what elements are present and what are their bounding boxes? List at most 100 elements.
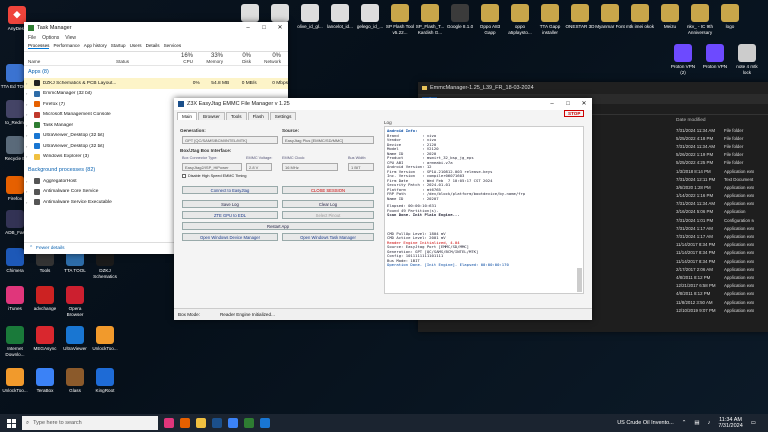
clock[interactable]: 11:34 AM 7/31/2024 [718, 417, 742, 429]
open-task-manager-button[interactable]: Open Windows Task Manager [282, 233, 374, 241]
close-icon[interactable]: ✕ [272, 22, 288, 34]
desktop-shortcut-icon[interactable]: Opera Browser [60, 286, 90, 317]
taskbar-app-icon[interactable] [228, 418, 238, 428]
desktop-shortcut-icon[interactable]: TeraBox [30, 368, 60, 394]
desktop-shortcut-icon[interactable]: UnlockToo... [0, 368, 30, 394]
close-icon[interactable]: ✕ [576, 98, 592, 110]
taskbar-taskmgr-icon[interactable] [244, 418, 254, 428]
col-status[interactable]: Status [116, 59, 166, 64]
desktop-file-icon[interactable]: ONESTAR 3D [565, 4, 595, 30]
desktop-file-icon[interactable]: logo [715, 4, 745, 30]
restart-app-button[interactable]: Restart App [182, 222, 374, 230]
desktop-shortcut-icon[interactable]: UnlockToo... [90, 326, 120, 352]
maximize-icon[interactable]: □ [560, 98, 576, 110]
desktop-shortcut-icon[interactable]: KingRoot [90, 368, 120, 394]
desktop-shortcut-icon-glyph [6, 210, 24, 228]
tab-processes[interactable]: Processes [28, 43, 50, 49]
desktop-file-icon[interactable] [235, 4, 265, 24]
source-select[interactable]: EasyJtag Plus [EMMC/SD/MMC] [282, 136, 374, 144]
task-manager-titlebar[interactable]: Task Manager – □ ✕ [24, 22, 288, 34]
emmc-titlebar[interactable]: Z3X EasyJtag EMMC File Manager v 1.25 – … [174, 98, 592, 110]
tab-settings[interactable]: Settings [269, 112, 297, 120]
chevron-up-icon[interactable]: ⌃ [682, 420, 687, 426]
desktop-file-icon[interactable]: lancelot_id... [325, 4, 355, 30]
taskbar-ultraviewer-icon[interactable] [260, 418, 270, 428]
search-input[interactable]: ⌕ Type here to search [22, 416, 158, 430]
col-cpu[interactable]: 16% CPU [166, 53, 196, 64]
generation-select[interactable]: GPT [QC/SAMS/BCM/INTEL/MTK] [182, 136, 278, 144]
desktop-file-icon[interactable]: oppo a5playsto... [505, 4, 535, 35]
col-disk[interactable]: 0% Disk [226, 53, 254, 64]
clear-log-button[interactable]: Clear Log [282, 200, 374, 208]
maximize-icon[interactable]: □ [256, 22, 272, 34]
select-pinout-button[interactable]: Select Pinout [282, 211, 374, 219]
col-memory[interactable]: 33% Memory [196, 53, 226, 64]
col-network[interactable]: 0% Network [254, 53, 284, 64]
buswidth-select[interactable]: 1 BIT [348, 163, 374, 171]
notifications-icon[interactable]: ▭ [751, 420, 756, 426]
zte-gpu-edl-button[interactable]: ZTE GPU to EDL [182, 211, 278, 219]
desktop-file-icon[interactable]: SP Flash Tool v5.22... [385, 4, 415, 35]
log-panel[interactable]: Android Info: Brand : vivo Vendor : vivo D… [384, 126, 584, 294]
tab-services[interactable]: Services [164, 43, 182, 49]
taskbar-app-icon[interactable] [164, 418, 174, 428]
stop-label: STOP [568, 111, 581, 116]
explorer-titlebar[interactable]: EmmcManager-1.25_L39_FR_18-03-2024 [418, 82, 768, 94]
tab-users[interactable]: Users [130, 43, 142, 49]
col-date-modified[interactable]: Date modified [676, 118, 706, 123]
desktop-file-icon[interactable]: mtk imei okok [625, 4, 655, 30]
minimize-icon[interactable]: – [240, 22, 256, 34]
desktop-file-icon[interactable]: nkv_ - IC 9th Anniversary [685, 4, 715, 35]
connect-button[interactable]: Connect to EasyJtag [182, 186, 278, 194]
voltage-select[interactable]: 2.8 V [246, 163, 272, 171]
desktop-file-icon[interactable]: olive_id_gl... [295, 4, 325, 30]
desktop-file-icon[interactable]: Myanmar Font [595, 4, 625, 30]
desktop-shortcut-icon[interactable]: Proton VPN (2) [668, 44, 698, 75]
desktop-file-icon[interactable]: TTA Gapp installer [535, 4, 565, 35]
desktop-shortcut-icon[interactable]: iTunes [0, 286, 30, 312]
log-scrollbar[interactable] [577, 268, 582, 292]
news-widget[interactable]: US Crude Oil Invento... [617, 420, 674, 426]
volume-icon[interactable]: ♪ [708, 420, 711, 426]
open-device-manager-button[interactable]: Open Windows Device Manager [182, 233, 278, 241]
clock-select[interactable]: 16 MHz [282, 163, 338, 171]
tab-app-history[interactable]: App history [84, 43, 107, 49]
desktop-shortcut-icon-label: advchange [33, 306, 57, 311]
desktop-shortcut-icon[interactable]: UltraViewer [60, 326, 90, 352]
col-name[interactable]: Name [24, 59, 116, 64]
desktop-shortcut-icon[interactable]: Internet Downlo... [0, 326, 30, 357]
desktop-shortcut-icon[interactable]: Proton VPN [700, 44, 730, 70]
tab-startup[interactable]: Startup [111, 43, 126, 49]
close-session-button[interactable]: CLOSE SESSION [282, 186, 374, 194]
desktop-shortcut-icon[interactable]: advchange [30, 286, 60, 312]
desktop-file-icon[interactable]: Meizu [655, 4, 685, 30]
tab-details[interactable]: Details [146, 43, 160, 49]
desktop-file-icon[interactable]: Oppo A83 Gapp [475, 4, 505, 35]
desktop-file-icon[interactable]: gelego_id_... [355, 4, 385, 30]
desktop-file-icon-glyph [511, 4, 529, 22]
desktop-file-icon[interactable]: Google 8.1.0 [445, 4, 475, 30]
menu-options[interactable]: Options [42, 35, 59, 41]
disable-hs-checkbox[interactable]: Disable High Speed EMMC Timing [182, 174, 246, 178]
desktop-file-icon[interactable]: SP_Flash_T... Kardish G... [415, 4, 445, 35]
minimize-icon[interactable]: – [544, 98, 560, 110]
taskbar-emmc-icon[interactable] [212, 418, 222, 428]
stop-button[interactable]: STOP [564, 110, 585, 117]
process-row[interactable]: › DZKJ Schematics & PCB Layout... 0% 54.8 M… [24, 78, 288, 89]
desktop-shortcut-icon[interactable]: Glass [60, 368, 90, 394]
menu-view[interactable]: View [65, 35, 76, 41]
tab-flash[interactable]: Flash [247, 112, 269, 120]
taskbar-firefox-icon[interactable] [180, 418, 190, 428]
tab-browser[interactable]: Browser [197, 112, 225, 120]
tab-performance[interactable]: Performance [53, 43, 79, 49]
menu-file[interactable]: File [28, 35, 36, 41]
save-log-button[interactable]: Save Log [182, 200, 278, 208]
connector-select[interactable]: EasyJtag2/ISP_HiPower [182, 163, 242, 171]
desktop-shortcut-icon[interactable]: note 4 mtk lock [732, 44, 762, 75]
start-button[interactable] [0, 414, 22, 432]
taskbar-explorer-icon[interactable] [196, 418, 206, 428]
desktop-shortcut-icon[interactable]: MEGAsync [30, 326, 60, 352]
tab-tools[interactable]: Tools [225, 112, 247, 120]
network-icon[interactable]: ▤ [694, 420, 699, 426]
tab-main[interactable]: Main [177, 112, 197, 120]
